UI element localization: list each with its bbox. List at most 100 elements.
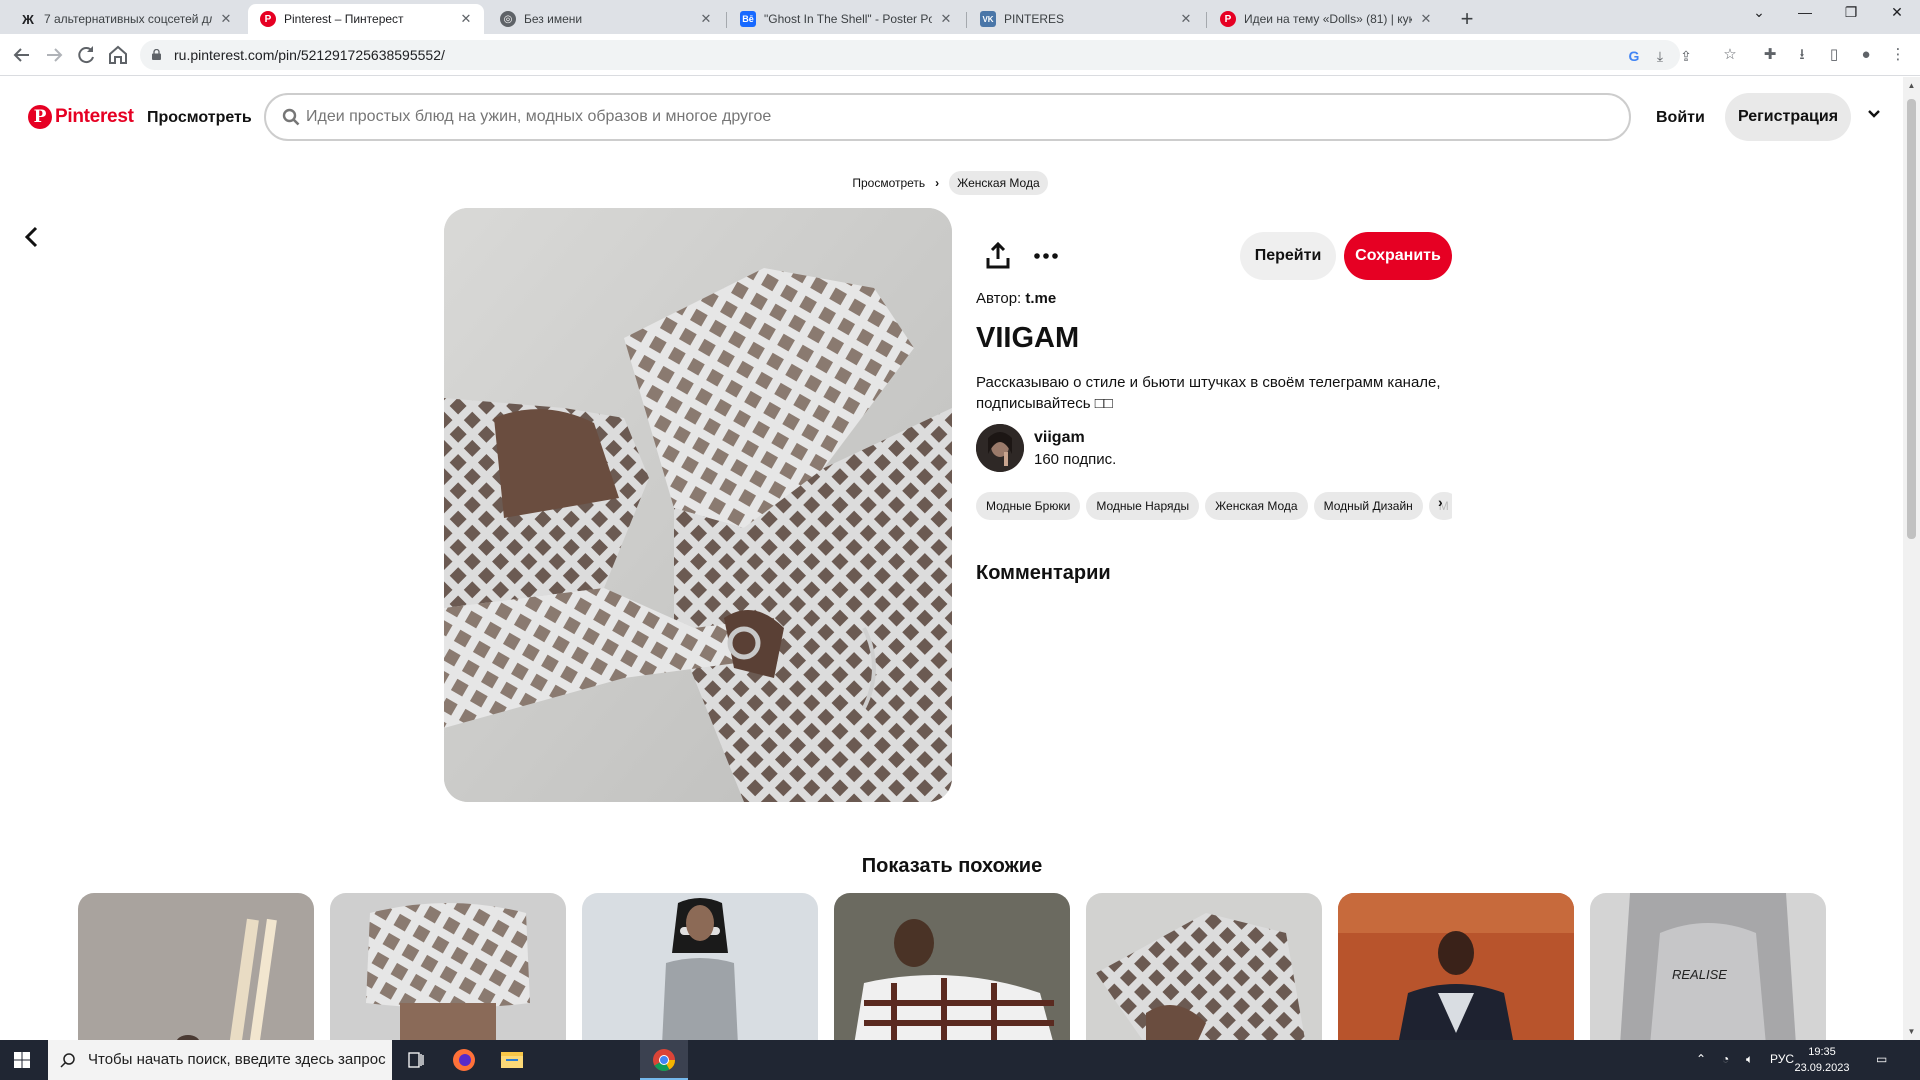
- related-pin-image: REALISE: [1590, 893, 1826, 1045]
- extensions-icon[interactable]: ✚: [1760, 45, 1780, 65]
- author-source-link[interactable]: t.me: [1025, 290, 1056, 307]
- behance-icon: Bē: [740, 11, 756, 27]
- chevron-down-icon[interactable]: [1866, 106, 1882, 122]
- browser-tab[interactable]: P Идеи на тему «Dolls» (81) | кукл ✕: [1208, 4, 1444, 34]
- pin-photo: [444, 208, 952, 802]
- chrome-menu-icon[interactable]: ⋮: [1888, 45, 1908, 65]
- comments-heading: Комментарии: [976, 562, 1111, 584]
- pin-author: Автор: t.me: [976, 290, 1056, 307]
- side-panel-icon[interactable]: ▯: [1824, 45, 1844, 65]
- downloads-icon[interactable]: ⭳: [1792, 45, 1812, 65]
- tag-chip[interactable]: Модные Брюки: [976, 492, 1081, 520]
- home-icon[interactable]: [106, 43, 130, 67]
- tag-chip[interactable]: Модные Наряды: [1086, 492, 1200, 520]
- close-window-icon[interactable]: ✕: [1882, 4, 1912, 21]
- tab-title: "Ghost In The Shell" - Poster Pos: [764, 12, 932, 26]
- tab-search-icon[interactable]: ⌄: [1744, 4, 1774, 21]
- vk-icon: VK: [980, 11, 996, 27]
- address-bar[interactable]: ru.pinterest.com/pin/521291725638595552/…: [140, 40, 1692, 70]
- back-icon[interactable]: [10, 43, 34, 67]
- tab-divider: [966, 12, 967, 28]
- bookmark-star-icon[interactable]: ☆: [1720, 45, 1740, 65]
- explore-link[interactable]: Просмотреть: [147, 109, 252, 127]
- related-pin[interactable]: [582, 893, 818, 1045]
- volume-icon[interactable]: 🔈︎: [1746, 1052, 1753, 1067]
- search-icon: [282, 108, 300, 126]
- goto-button[interactable]: Перейти: [1240, 232, 1336, 280]
- pinterest-logo[interactable]: P Pinterest: [28, 105, 134, 129]
- scroll-up-icon[interactable]: ▲: [1907, 81, 1916, 90]
- scroll-down-icon[interactable]: ▼: [1907, 1027, 1916, 1036]
- close-tab-icon[interactable]: ✕: [218, 11, 234, 27]
- tag-chip[interactable]: Модный Дизайн: [1313, 492, 1423, 520]
- user-followers: 160 подпис.: [1034, 451, 1117, 468]
- restore-icon[interactable]: ❐: [1836, 4, 1866, 21]
- new-tab-button[interactable]: +: [1454, 6, 1480, 32]
- close-tab-icon[interactable]: ✕: [1418, 11, 1434, 27]
- pin-action-bar: Перейти Сохранить: [976, 230, 1452, 282]
- browser-tab[interactable]: ◎ Без имени ✕: [488, 4, 724, 34]
- file-explorer-icon[interactable]: [488, 1040, 536, 1080]
- breadcrumb-root[interactable]: Просмотреть: [852, 176, 925, 190]
- reload-icon[interactable]: [74, 43, 98, 67]
- close-tab-icon[interactable]: ✕: [938, 11, 954, 27]
- taskbar-search-placeholder: Чтобы начать поиск, введите здесь запрос: [88, 1051, 386, 1068]
- profile-icon[interactable]: ●: [1856, 45, 1876, 65]
- pin-title: VIIGAM: [976, 322, 1080, 354]
- task-view-icon[interactable]: [392, 1040, 440, 1080]
- search-input[interactable]: [306, 105, 1506, 129]
- pinterest-header: P Pinterest Просмотреть Войти Регистраци…: [0, 77, 1900, 157]
- clock-date: 23.09.2023: [1794, 1062, 1850, 1074]
- user-name[interactable]: viigam: [1034, 429, 1085, 447]
- pin-description: Рассказываю о стиле и бьюти штучках в св…: [976, 374, 1441, 412]
- back-arrow-icon[interactable]: [20, 225, 44, 249]
- close-tab-icon[interactable]: ✕: [458, 11, 474, 27]
- browser-tab[interactable]: Ж 7 альтернативных соцсетей для ✕: [8, 4, 244, 34]
- lock-icon: [152, 49, 161, 60]
- browser-tab[interactable]: VK PINTERES ✕: [968, 4, 1204, 34]
- windows-start-icon[interactable]: [14, 1052, 30, 1068]
- minimize-icon[interactable]: —: [1790, 4, 1820, 20]
- save-button[interactable]: Сохранить: [1344, 232, 1452, 280]
- related-pin[interactable]: REALISE: [1590, 893, 1826, 1045]
- tray-chevron-up-icon[interactable]: ⌃: [1696, 1052, 1706, 1066]
- related-pin[interactable]: [78, 893, 314, 1045]
- logo-text: Pinterest: [55, 106, 134, 127]
- login-button[interactable]: Войти: [1656, 109, 1705, 127]
- related-pin[interactable]: [330, 893, 566, 1045]
- close-tab-icon[interactable]: ✕: [1178, 11, 1194, 27]
- related-pin-image: [78, 893, 314, 1045]
- signup-button[interactable]: Регистрация: [1725, 93, 1851, 141]
- taskbar-clock[interactable]: 19:35 23.09.2023: [1792, 1044, 1852, 1076]
- google-lens-icon[interactable]: G: [1626, 48, 1642, 64]
- firefox-icon[interactable]: [440, 1040, 488, 1080]
- chrome-icon[interactable]: [640, 1040, 688, 1080]
- scrollbar-thumb[interactable]: [1907, 99, 1916, 539]
- forward-icon[interactable]: [42, 43, 66, 67]
- more-options-icon[interactable]: [1028, 238, 1064, 274]
- breadcrumb-current[interactable]: Женская Мода: [949, 171, 1048, 195]
- related-pin[interactable]: [834, 893, 1070, 1045]
- avatar[interactable]: [976, 424, 1024, 472]
- install-app-icon[interactable]: ⤓: [1652, 48, 1668, 64]
- notifications-icon[interactable]: ▭: [1876, 1052, 1887, 1066]
- pin-image[interactable]: [444, 208, 952, 802]
- page-scrollbar[interactable]: ▲ ▼: [1903, 77, 1920, 1040]
- language-indicator[interactable]: РУС: [1770, 1052, 1794, 1066]
- globe-icon: ◎: [500, 11, 516, 27]
- related-pin[interactable]: [1338, 893, 1574, 1045]
- avatar-image: [976, 424, 1024, 472]
- related-pin[interactable]: [1086, 893, 1322, 1045]
- browser-tab[interactable]: Bē "Ghost In The Shell" - Poster Pos ✕: [728, 4, 964, 34]
- search-bar[interactable]: [264, 93, 1631, 141]
- share-icon[interactable]: [980, 238, 1016, 274]
- tag-chip[interactable]: Женская Мода: [1205, 492, 1308, 520]
- share-icon[interactable]: ⇪: [1678, 48, 1694, 64]
- chevron-right-icon[interactable]: ›: [1438, 494, 1454, 514]
- taskbar-search[interactable]: Чтобы начать поиск, введите здесь запрос: [48, 1040, 392, 1080]
- browser-tab-strip: Ж 7 альтернативных соцсетей для ✕ P Pint…: [0, 0, 1920, 34]
- browser-tab-active[interactable]: P Pinterest – Пинтерест ✕: [248, 4, 484, 34]
- tab-title: PINTERES: [1004, 12, 1065, 26]
- close-tab-icon[interactable]: ✕: [698, 11, 714, 27]
- network-icon[interactable]: ◔: [1722, 1052, 1729, 1066]
